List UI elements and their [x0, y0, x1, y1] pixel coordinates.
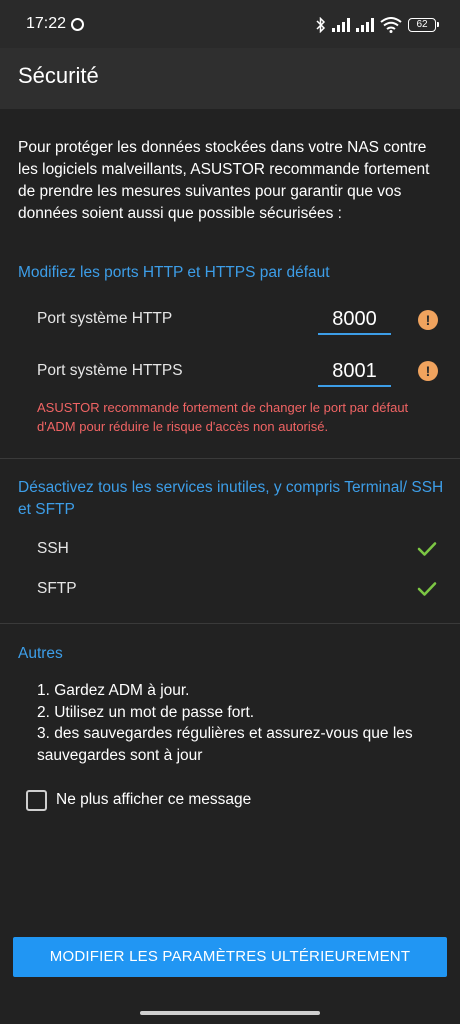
- bluetooth-icon: [316, 17, 326, 33]
- other-section-title: Autres: [18, 645, 63, 662]
- https-port-input[interactable]: 8001: [318, 357, 391, 387]
- list-item: 2. Utilisez un mot de passe fort.: [37, 703, 255, 721]
- port-warning-text: ASUSTOR recommande fortement de changer …: [37, 400, 409, 434]
- service-item-sftp: SFTP: [37, 580, 77, 597]
- service-item-ssh: SSH: [37, 540, 69, 557]
- page-title: Sécurité: [18, 63, 99, 88]
- https-port-label: Port système HTTPS: [37, 362, 183, 379]
- dont-show-checkbox[interactable]: [26, 790, 47, 811]
- signal-icon: [332, 18, 350, 32]
- dont-show-label[interactable]: Ne plus afficher ce message: [56, 791, 251, 809]
- divider: [0, 458, 460, 459]
- other-list: 1. Gardez ADM à jour. 2. Utilisez un mot…: [37, 680, 447, 766]
- check-icon: [417, 582, 437, 596]
- app-bar: Sécurité: [0, 48, 460, 109]
- status-icons: 62: [316, 15, 439, 35]
- battery-icon: 62: [408, 18, 439, 32]
- wifi-icon: [380, 17, 402, 33]
- ports-section-title: Modifiez les ports HTTP et HTTPS par déf…: [18, 264, 330, 281]
- divider: [0, 623, 460, 624]
- warning-icon[interactable]: !: [418, 361, 438, 381]
- intro-text: Pour protéger les données stockées dans …: [18, 139, 430, 222]
- home-indicator[interactable]: [140, 1011, 320, 1015]
- warning-icon[interactable]: !: [418, 310, 438, 330]
- modify-later-button[interactable]: MODIFIER LES PARAMÈTRES ULTÉRIEUREMENT: [13, 937, 447, 977]
- status-bar: 17:22 62: [0, 0, 460, 48]
- http-port-label: Port système HTTP: [37, 310, 173, 327]
- list-item: 1. Gardez ADM à jour.: [37, 682, 190, 699]
- list-item: 3. des sauvegardes régulières et assurez…: [37, 725, 413, 764]
- http-port-input[interactable]: 8000: [318, 305, 391, 335]
- check-icon: [417, 542, 437, 556]
- services-section-title: Désactivez tous les services inutiles, y…: [18, 479, 444, 518]
- signal-icon: [356, 18, 374, 32]
- status-time: 17:22: [26, 15, 67, 32]
- circle-icon: [71, 18, 84, 31]
- battery-level: 62: [416, 19, 428, 30]
